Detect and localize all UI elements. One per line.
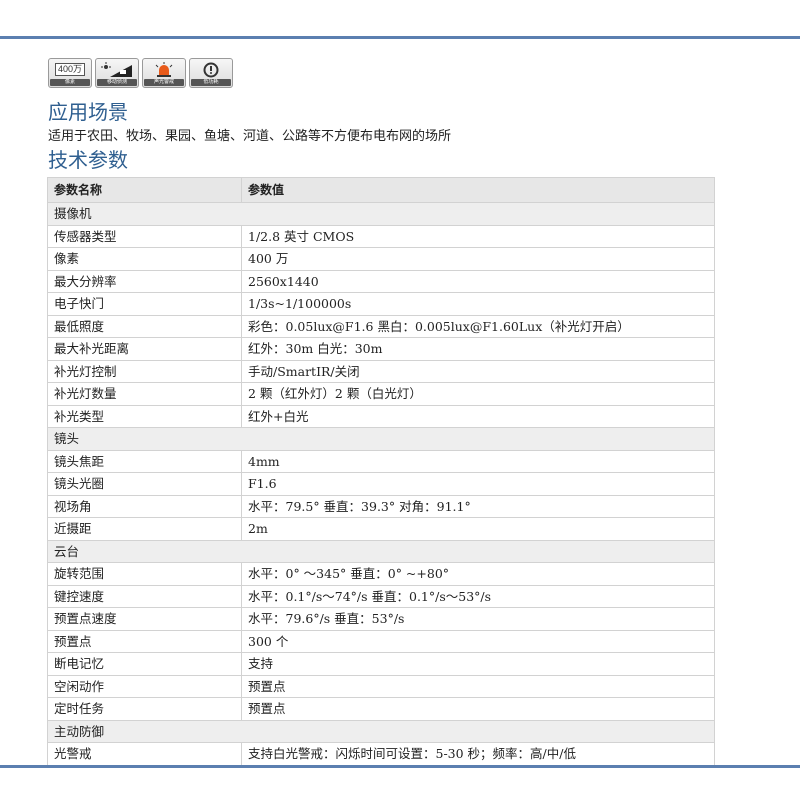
table-group-row: 主动防御	[47, 719, 715, 743]
table-row: 键控速度 水平：0.1°/s～74°/s 垂直：0.1°/s～53°/s	[47, 584, 715, 608]
param-value-cell: 预置点	[241, 697, 715, 721]
param-value-cell: 4mm	[241, 449, 715, 473]
param-value-cell: 1/2.8 英寸 CMOS	[241, 224, 715, 248]
low-power-icon: 低功耗	[189, 58, 233, 88]
alarm-light-label: 声光警戒	[144, 79, 184, 86]
table-row: 镜头光圈 F1.6	[47, 472, 715, 496]
param-value-cell: 2 颗（红外灯）2 颗（白光灯）	[241, 382, 715, 406]
param-value-cell: 1/3s~1/100000s	[241, 292, 715, 316]
param-value-cell: 手动/SmartIR/关闭	[241, 359, 715, 383]
param-value-cell: 红外+白光	[241, 404, 715, 428]
feature-icon-bar: 400万 像素 移动侦测 声光警戒 低功耗	[48, 58, 233, 88]
param-name-cell: 预置点	[47, 629, 242, 653]
table-row: 定时任务 预置点	[47, 697, 715, 721]
param-name-cell: 最低照度	[47, 314, 242, 338]
param-name-cell: 补光类型	[47, 404, 242, 428]
param-name-cell: 最大补光距离	[47, 337, 242, 361]
group-title: 云台	[47, 539, 715, 563]
table-header-row: 参数名称 参数值	[47, 177, 715, 203]
param-value-cell: 红外：30m 白光：30m	[241, 337, 715, 361]
table-row: 断电记忆 支持	[47, 652, 715, 676]
motion-detection-icon: 移动侦测	[95, 58, 139, 88]
table-row: 最大分辨率 2560x1440	[47, 269, 715, 293]
table-row: 电子快门 1/3s~1/100000s	[47, 292, 715, 316]
table-group-row: 云台	[47, 539, 715, 563]
param-name-cell: 视场角	[47, 494, 242, 518]
spec-table-body: 摄像机 传感器类型 1/2.8 英寸 CMOS 像素 400 万最大分辨率 2560x14…	[47, 202, 715, 766]
alarm-light-icon: 声光警戒	[142, 58, 186, 88]
param-name-cell: 像素	[47, 247, 242, 271]
param-value-cell: 支持白光警戒：闪烁时间可设置：5-30 秒；频率：高/中/低	[241, 742, 715, 766]
table-row: 旋转范围 水平：0° ～345° 垂直：0° ~+80°	[47, 562, 715, 586]
param-value-cell: 预置点	[241, 674, 715, 698]
param-name-cell: 键控速度	[47, 584, 242, 608]
table-group-row: 摄像机	[47, 202, 715, 226]
header-param-name: 参数名称	[47, 177, 242, 203]
4mp-feature-icon: 400万 像素	[48, 58, 92, 88]
low-power-label: 低功耗	[191, 79, 231, 86]
param-name-cell: 光警戒	[47, 742, 242, 766]
table-row: 近摄距 2m	[47, 517, 715, 541]
4mp-badge-text: 400万	[54, 63, 86, 76]
application-section-title: 应用场景	[48, 100, 128, 124]
table-row: 最低照度 彩色：0.05lux@F1.6 黑白：0.005lux@F1.60Lux…	[47, 314, 715, 338]
param-value-cell: F1.6	[241, 472, 715, 496]
table-row: 补光灯控制 手动/SmartIR/关闭	[47, 359, 715, 383]
param-value-cell: 2560x1440	[241, 269, 715, 293]
param-name-cell: 预置点速度	[47, 607, 242, 631]
param-value-cell: 水平：0° ～345° 垂直：0° ~+80°	[241, 562, 715, 586]
table-row: 空闲动作 预置点	[47, 674, 715, 698]
param-value-cell: 水平：79.6°/s 垂直：53°/s	[241, 607, 715, 631]
table-row: 预置点速度 水平：79.6°/s 垂直：53°/s	[47, 607, 715, 631]
group-title: 摄像机	[47, 202, 715, 226]
param-value-cell: 水平：0.1°/s～74°/s 垂直：0.1°/s～53°/s	[241, 584, 715, 608]
param-value-cell: 300 个	[241, 629, 715, 653]
param-name-cell: 补光灯控制	[47, 359, 242, 383]
table-group-row: 镜头	[47, 427, 715, 451]
table-row: 光警戒 支持白光警戒：闪烁时间可设置：5-30 秒；频率：高/中/低	[47, 742, 715, 766]
table-row: 像素 400 万	[47, 247, 715, 271]
table-row: 镜头焦距 4mm	[47, 449, 715, 473]
table-row: 补光类型 红外+白光	[47, 404, 715, 428]
param-name-cell: 传感器类型	[47, 224, 242, 248]
param-name-cell: 补光灯数量	[47, 382, 242, 406]
param-name-cell: 最大分辨率	[47, 269, 242, 293]
param-value-cell: 彩色：0.05lux@F1.6 黑白：0.005lux@F1.60Lux（补光灯…	[241, 314, 715, 338]
table-row: 视场角 水平：79.5° 垂直：39.3° 对角：91.1°	[47, 494, 715, 518]
top-divider	[0, 36, 800, 39]
bottom-divider	[0, 765, 800, 768]
param-name-cell: 镜头焦距	[47, 449, 242, 473]
table-row: 补光灯数量 2 颗（红外灯）2 颗（白光灯）	[47, 382, 715, 406]
specs-section-title: 技术参数	[48, 148, 128, 172]
table-row: 传感器类型 1/2.8 英寸 CMOS	[47, 224, 715, 248]
param-name-cell: 定时任务	[47, 697, 242, 721]
param-name-cell: 近摄距	[47, 517, 242, 541]
application-description: 适用于农田、牧场、果园、鱼塘、河道、公路等不方便布电布网的场所	[48, 129, 452, 144]
group-title: 镜头	[47, 427, 715, 451]
header-param-value: 参数值	[241, 177, 715, 203]
param-name-cell: 镜头光圈	[47, 472, 242, 496]
param-name-cell: 电子快门	[47, 292, 242, 316]
param-name-cell: 断电记忆	[47, 652, 242, 676]
param-name-cell: 旋转范围	[47, 562, 242, 586]
param-value-cell: 2m	[241, 517, 715, 541]
table-row: 预置点 300 个	[47, 629, 715, 653]
group-title: 主动防御	[47, 719, 715, 743]
param-name-cell: 空闲动作	[47, 674, 242, 698]
table-row: 最大补光距离 红外：30m 白光：30m	[47, 337, 715, 361]
param-value-cell: 水平：79.5° 垂直：39.3° 对角：91.1°	[241, 494, 715, 518]
4mp-feature-label: 像素	[50, 79, 90, 86]
motion-detection-label: 移动侦测	[97, 79, 137, 86]
param-value-cell: 400 万	[241, 247, 715, 271]
param-value-cell: 支持	[241, 652, 715, 676]
spec-table: 参数名称 参数值 摄像机 传感器类型 1/2.8 英寸 CMOS 像素 400 万最大分…	[47, 177, 715, 766]
